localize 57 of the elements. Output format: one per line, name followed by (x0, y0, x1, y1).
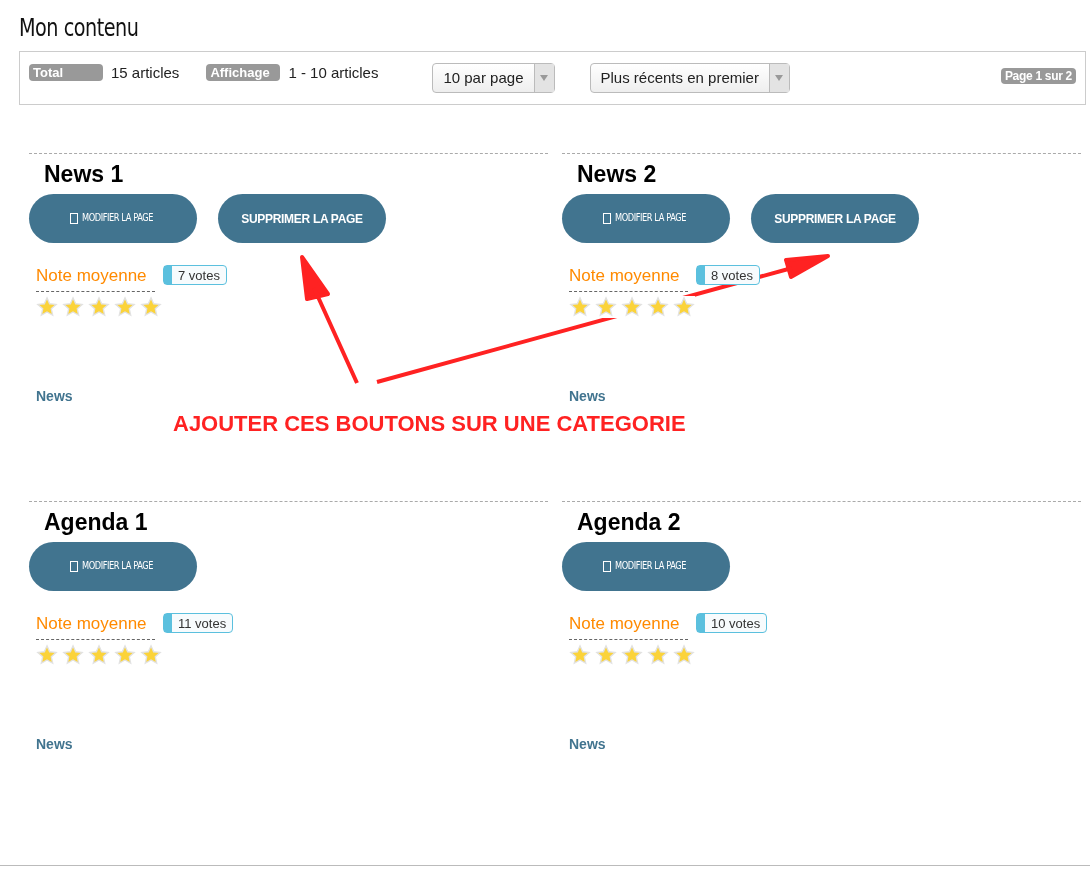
edit-page-button[interactable]: MODIFIER LA PAGE (562, 194, 730, 243)
star-icon (595, 295, 617, 318)
star-icon (114, 643, 136, 666)
edit-page-button[interactable]: MODIFIER LA PAGE (29, 542, 197, 591)
star-icon (114, 295, 136, 318)
star-icon (62, 295, 84, 318)
rating-label: Note moyenne (36, 263, 155, 292)
votes-badge: 10 votes (696, 613, 768, 634)
rating-label: Note moyenne (569, 263, 688, 292)
display-label: Affichage (206, 64, 281, 81)
star-icon (36, 643, 58, 666)
category-link[interactable]: News (569, 385, 1081, 407)
annotation-text: AJOUTER CES BOUTONS SUR UNE CATEGORIE (173, 410, 686, 438)
square-icon (603, 561, 611, 572)
star-icon (569, 643, 591, 666)
votes-badge: 7 votes (163, 265, 227, 286)
rating-label: Note moyenne (36, 611, 155, 640)
star-icon (140, 295, 162, 318)
category-link[interactable]: News (569, 733, 1081, 755)
star-icon (621, 295, 643, 318)
votes-badge: 8 votes (696, 265, 760, 286)
card-title: Agenda 1 (44, 508, 149, 537)
star-icon (621, 643, 643, 666)
page-title: Mon contenu (19, 13, 139, 44)
category-link[interactable]: News (36, 385, 548, 407)
page-badge: Page 1 sur 2 (1000, 68, 1076, 84)
sort-select[interactable]: Plus récents en premier (589, 63, 790, 93)
star-icon (88, 643, 110, 666)
star-icon (647, 295, 669, 318)
star-icon (673, 295, 695, 318)
category-link[interactable]: News (36, 733, 548, 755)
square-icon (603, 213, 611, 224)
star-icon (569, 295, 591, 318)
total-count: 15 articles (111, 64, 180, 81)
votes-badge: 11 votes (163, 613, 234, 634)
star-icon (62, 643, 84, 666)
card-title: News 1 (44, 160, 125, 189)
star-icon (140, 643, 162, 666)
card-title: News 2 (577, 160, 658, 189)
star-icon (36, 295, 58, 318)
display-range: 1 - 10 articles (288, 64, 379, 81)
square-icon (70, 213, 78, 224)
caret-icon (775, 75, 784, 81)
caret-icon (540, 75, 548, 81)
star-icon (88, 295, 110, 318)
star-icon (595, 643, 617, 666)
card-title: Agenda 2 (577, 508, 682, 537)
star-icon (673, 643, 695, 666)
rating-label: Note moyenne (569, 611, 688, 640)
delete-page-button[interactable]: SUPPRIMER LA PAGE (751, 194, 919, 243)
per-page-select[interactable]: 10 par page (432, 63, 555, 93)
edit-page-button[interactable]: MODIFIER LA PAGE (29, 194, 197, 243)
star-icon (647, 643, 669, 666)
delete-page-button[interactable]: SUPPRIMER LA PAGE (218, 194, 386, 243)
total-label: Total (29, 64, 103, 81)
edit-page-button[interactable]: MODIFIER LA PAGE (562, 542, 730, 591)
square-icon (70, 561, 78, 572)
